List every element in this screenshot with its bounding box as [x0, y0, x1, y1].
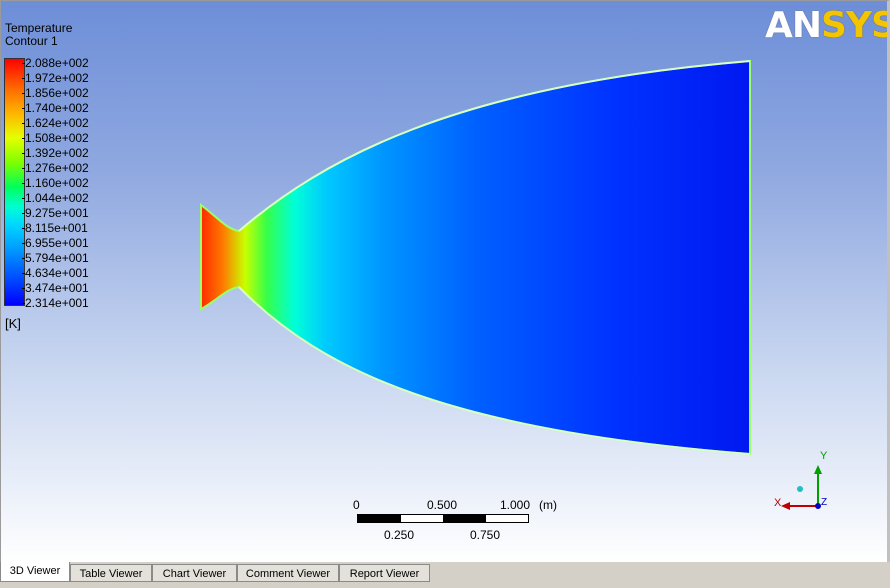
axis-label-y: Y: [820, 450, 828, 462]
scale-label-0: 0: [353, 498, 360, 512]
ansys-logo: ANSYS: [765, 5, 890, 46]
viewer-tab-bar: 3D Viewer Table Viewer Chart Viewer Comm…: [0, 562, 890, 588]
nozzle-flow-domain: [200, 59, 751, 456]
nozzle-temperature-contour: [200, 59, 751, 456]
legend-tick-label: 1.508e+002: [22, 131, 89, 145]
scale-label-0.250: 0.250: [384, 528, 415, 542]
legend-tick-label: 1.624e+002: [22, 116, 89, 130]
scale-label-0.750: 0.750: [470, 528, 501, 542]
legend-tick-label: 9.275e+001: [22, 206, 89, 220]
legend-tick-label: 8.115e+001: [22, 221, 88, 235]
legend-tick-label: 3.474e+001: [22, 281, 89, 295]
scale-unit: (m): [539, 498, 557, 512]
legend-tick-label: 5.794e+001: [22, 251, 89, 265]
tab-report-viewer[interactable]: Report Viewer: [339, 564, 430, 582]
legend-tick-label: 1.856e+002: [22, 86, 89, 100]
legend-tick-label: 1.392e+002: [22, 146, 89, 160]
axis-label-z: Z: [821, 497, 827, 508]
3d-viewport[interactable]: Temperature Contour 1 2.088e+002 1.972e+0…: [0, 0, 890, 564]
legend-subtitle: Contour 1: [5, 34, 58, 48]
scale-label-0.500: 0.500: [427, 498, 458, 512]
tab-comment-viewer[interactable]: Comment Viewer: [237, 564, 339, 582]
legend-unit: [K]: [5, 316, 21, 331]
legend-tick-label: 2.314e+001: [22, 296, 89, 310]
legend-tick-label: 1.160e+002: [22, 176, 89, 190]
scale-label-1.000: 1.000: [500, 498, 531, 512]
legend-tick-label: 1.044e+002: [22, 191, 89, 205]
legend-tick-label: 1.972e+002: [22, 71, 89, 85]
legend-tick-label: 2.088e+002: [22, 56, 89, 70]
tab-3d-viewer[interactable]: 3D Viewer: [0, 562, 70, 582]
legend-tick-label: 1.740e+002: [22, 101, 89, 115]
axis-label-x: X: [774, 497, 782, 509]
legend-tick-label: 1.276e+002: [22, 161, 89, 175]
tab-table-viewer[interactable]: Table Viewer: [70, 564, 152, 582]
legend-tick-label: 4.634e+001: [22, 266, 89, 280]
tab-chart-viewer[interactable]: Chart Viewer: [152, 564, 237, 582]
legend-tick-label: 6.955e+001: [22, 236, 89, 250]
axis-triad[interactable]: Y X Z: [771, 449, 831, 517]
length-scale-bar: [357, 514, 529, 523]
legend-color-bar: [4, 58, 25, 306]
